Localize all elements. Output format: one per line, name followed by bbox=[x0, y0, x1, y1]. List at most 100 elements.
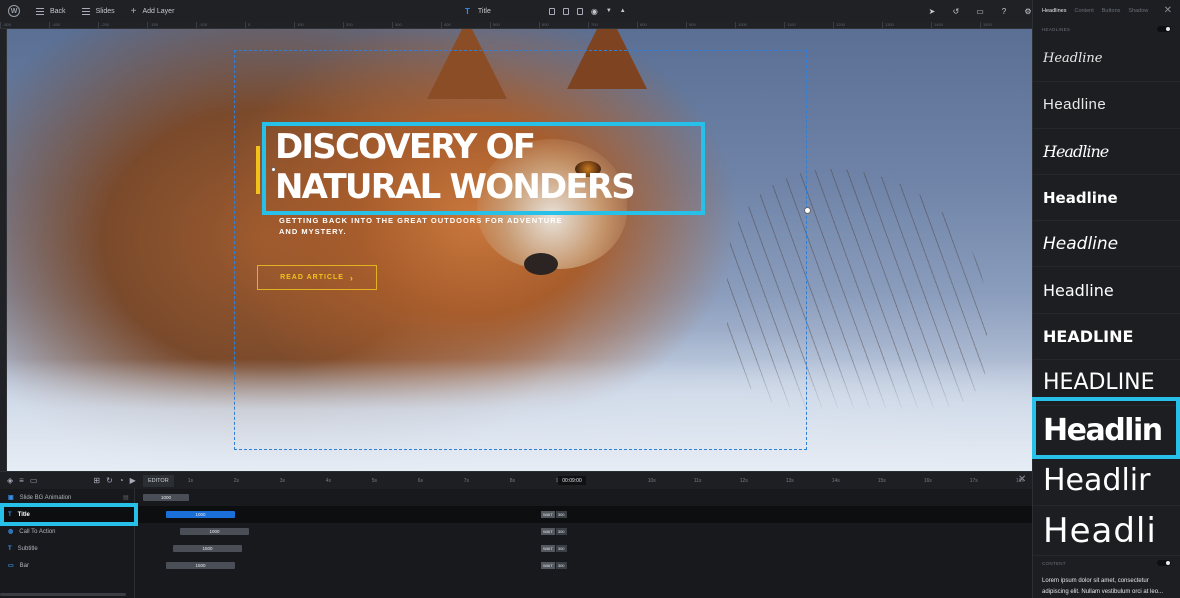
back-button[interactable]: Back bbox=[28, 0, 74, 22]
ruler-tick: 400 bbox=[441, 22, 490, 28]
timeline-tick: 14s bbox=[831, 477, 840, 484]
panel-tabs: Headlines Content Buttons Shadow bbox=[1033, 0, 1180, 22]
timeline-tick: 11s bbox=[693, 477, 702, 484]
timeline-row-label[interactable]: T Subtitle bbox=[8, 546, 38, 552]
timeline-row[interactable]: T Subtitle 1500 WAIT 300 bbox=[0, 540, 1032, 557]
content-preset-preview[interactable]: Lorem ipsum dolor sit amet, consectetur … bbox=[1033, 570, 1180, 598]
undo-icon[interactable]: ↺ bbox=[944, 0, 968, 22]
wordpress-menu[interactable]: W bbox=[0, 0, 28, 22]
desktop-view-icon[interactable]: ▭ bbox=[968, 0, 992, 22]
horizontal-scrollbar[interactable] bbox=[0, 593, 126, 596]
headline-preset[interactable]: HEADLINE bbox=[1033, 314, 1180, 361]
resize-handle[interactable] bbox=[271, 167, 276, 172]
wait-indicator[interactable]: WAIT 300 bbox=[541, 511, 567, 518]
horizontal-ruler: -600 -450 -250 -150 -100 0 100 200 300 400 500 600 7… bbox=[0, 22, 1032, 29]
ruler-tick: 1400 bbox=[931, 22, 980, 28]
headline-preset[interactable]: Headline bbox=[1033, 267, 1180, 314]
layer-toolbar: T Title ◉ ▼ ▲ bbox=[465, 0, 626, 22]
folder-icon[interactable]: ▤ bbox=[123, 494, 129, 501]
close-icon[interactable]: ✕ bbox=[1164, 5, 1172, 16]
ruler-tick: 100 bbox=[294, 22, 343, 28]
content-toggle[interactable] bbox=[1157, 560, 1171, 567]
headline-preset[interactable]: Headline bbox=[1033, 221, 1180, 268]
chevron-up-icon[interactable]: ▲ bbox=[620, 8, 626, 14]
timer-icon[interactable]: ◔ bbox=[119, 476, 124, 485]
timeline-row-label[interactable]: ◍ Call To Action bbox=[8, 528, 56, 536]
ruler-tick: 800 bbox=[637, 22, 686, 28]
timeline-tick: 5s bbox=[371, 477, 377, 484]
layer-name: Subtitle bbox=[17, 545, 38, 552]
wait-indicator[interactable]: WAIT 300 bbox=[541, 545, 567, 552]
vertical-ruler bbox=[0, 29, 7, 471]
section-title: HEADLINES bbox=[1042, 26, 1071, 32]
headlines-toggle[interactable] bbox=[1157, 26, 1171, 32]
slides-button[interactable]: Slides bbox=[74, 0, 123, 22]
accent-bar-layer[interactable] bbox=[256, 146, 260, 194]
wait-label: WAIT bbox=[541, 528, 555, 535]
animation-bar[interactable]: 1000 bbox=[180, 528, 249, 535]
timeline-tick: 17s bbox=[969, 477, 978, 484]
timeline-row-label[interactable]: ▣ Slide BG Animation bbox=[8, 494, 71, 502]
read-article-button[interactable]: READ ARTICLE › bbox=[257, 265, 377, 290]
animation-bar[interactable]: 1000 bbox=[143, 494, 189, 501]
headline-preset[interactable]: Headlir bbox=[1033, 456, 1180, 507]
headline-preset[interactable]: Headli bbox=[1033, 506, 1180, 557]
current-time[interactable]: 00:09:00 bbox=[558, 476, 586, 485]
help-icon[interactable]: ? bbox=[992, 0, 1016, 22]
timeline-row-label[interactable]: ▭ Bar bbox=[8, 562, 29, 570]
loop-icon[interactable]: ↻ bbox=[106, 476, 113, 485]
selected-row-highlight bbox=[0, 503, 138, 526]
headline-preset[interactable]: Headline bbox=[1033, 129, 1180, 175]
headline-preset[interactable]: Headline bbox=[1033, 175, 1180, 222]
layer-type-icon: ◍ bbox=[8, 529, 14, 535]
ruler-tick: 0 bbox=[245, 22, 294, 28]
plus-icon: + bbox=[130, 5, 137, 17]
timeline-row[interactable]: T Title 1000 WAIT 300 bbox=[0, 506, 1032, 523]
wait-indicator[interactable]: WAIT 300 bbox=[541, 562, 567, 569]
selected-layer-title[interactable]: Title bbox=[478, 8, 491, 15]
wordpress-icon: W bbox=[8, 5, 20, 17]
animation-bar[interactable]: 1500 bbox=[166, 562, 235, 569]
tab-editor[interactable]: EDITOR bbox=[143, 474, 174, 487]
layers-icon[interactable]: ◈ bbox=[7, 476, 13, 485]
play-icon[interactable]: ▶ bbox=[130, 476, 136, 485]
ruler-tick: -100 bbox=[196, 22, 245, 28]
timeline-row[interactable]: ▭ Bar 1500 WAIT 300 bbox=[0, 557, 1032, 574]
slider-editor: W Back Slides + Add Layer T Title ◉ ▼ ▲ … bbox=[0, 0, 1180, 598]
duplicate-icon[interactable] bbox=[548, 7, 555, 15]
visibility-icon[interactable]: ◉ bbox=[591, 7, 598, 16]
slide-canvas[interactable]: DISCOVERY OF NATURAL WONDERS GETTING BAC… bbox=[7, 29, 1032, 471]
ruler-tick: -450 bbox=[49, 22, 98, 28]
timeline-row[interactable]: ◍ Call To Action 1000 WAIT 300 bbox=[0, 523, 1032, 540]
grid-icon[interactable]: ⊞ bbox=[93, 476, 100, 485]
tab-shadow[interactable]: Shadow bbox=[1128, 8, 1148, 14]
delete-icon[interactable] bbox=[562, 7, 569, 15]
selected-preset-highlight bbox=[1032, 397, 1180, 459]
close-icon[interactable]: ✕ bbox=[1018, 474, 1026, 485]
timeline-tick: 4s bbox=[325, 477, 331, 484]
tab-buttons[interactable]: Buttons bbox=[1102, 8, 1121, 14]
lock-icon[interactable] bbox=[576, 7, 583, 15]
list-icon[interactable]: ≡ bbox=[19, 476, 24, 485]
headline-preset[interactable]: Headline bbox=[1033, 82, 1180, 129]
headline-preset[interactable]: Headline bbox=[1033, 36, 1180, 83]
subtitle-layer[interactable]: GETTING BACK INTO THE GREAT OUTDOORS FOR… bbox=[279, 215, 579, 237]
top-toolbar: W Back Slides + Add Layer T Title ◉ ▼ ▲ … bbox=[0, 0, 1064, 22]
resize-handle[interactable] bbox=[804, 207, 811, 214]
pointer-icon[interactable]: ➤ bbox=[920, 0, 944, 22]
layer-type-icon: ▭ bbox=[8, 563, 14, 569]
chevron-down-icon[interactable]: ▼ bbox=[606, 8, 612, 14]
add-layer-label: Add Layer bbox=[142, 7, 175, 15]
animation-bar[interactable]: 1500 bbox=[173, 545, 242, 552]
ruler-tick: -600 bbox=[0, 22, 49, 28]
add-layer-button[interactable]: + Add Layer bbox=[123, 0, 183, 22]
timeline-row[interactable]: ▣ Slide BG Animation 1000 ▤ bbox=[0, 489, 1032, 506]
tab-content[interactable]: Content bbox=[1074, 8, 1093, 14]
wait-label: WAIT bbox=[541, 562, 555, 569]
timeline-tick: 3s bbox=[279, 477, 285, 484]
wait-indicator[interactable]: WAIT 300 bbox=[541, 528, 567, 535]
folder-icon[interactable]: ▭ bbox=[30, 476, 38, 485]
animation-bar[interactable]: 1000 bbox=[166, 511, 235, 518]
layer-group-bounds[interactable] bbox=[234, 50, 807, 450]
tab-headlines[interactable]: Headlines bbox=[1042, 8, 1066, 14]
